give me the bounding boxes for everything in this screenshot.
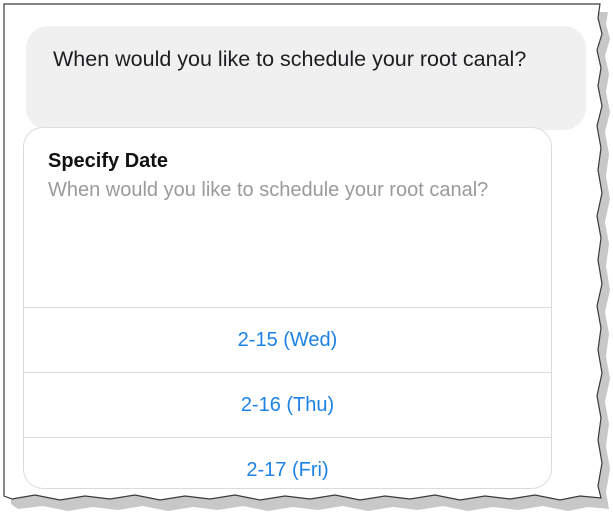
date-option-2-17[interactable]: 2-17 (Fri) [24, 438, 551, 488]
card-title: Specify Date [48, 150, 169, 172]
chat-panel: When would you like to schedule your roo… [14, 12, 597, 492]
card-header: Specify Date When would you like to sche… [24, 128, 551, 308]
date-option-2-15[interactable]: 2-15 (Wed) [24, 308, 551, 373]
chat-message-text: When would you like to schedule your roo… [53, 47, 527, 71]
date-picker-card: Specify Date When would you like to sche… [23, 127, 552, 489]
card-subtitle: When would you like to schedule your roo… [48, 179, 489, 201]
chat-message-bubble: When would you like to schedule your roo… [26, 26, 586, 130]
date-option-2-16[interactable]: 2-16 (Thu) [24, 373, 551, 438]
